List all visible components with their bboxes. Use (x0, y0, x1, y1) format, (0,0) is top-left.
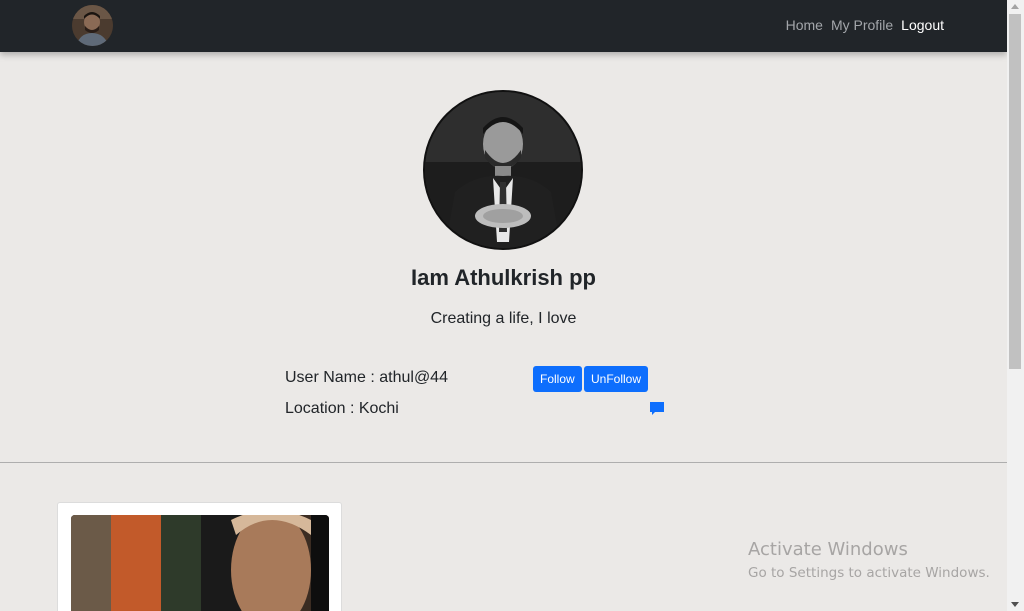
profile-bio: Creating a life, I love (430, 310, 577, 327)
scroll-down-icon[interactable] (1011, 602, 1019, 607)
scroll-up-icon[interactable] (1011, 4, 1019, 9)
user-avatar-icon (72, 5, 113, 46)
nav-my-profile-link[interactable]: My Profile (831, 17, 893, 33)
activate-title: Activate Windows (748, 539, 908, 560)
nav-links: Home My Profile Logout (778, 17, 944, 33)
vertical-scrollbar[interactable] (1007, 0, 1024, 611)
post-photo-image (71, 515, 329, 611)
follow-button[interactable]: Follow (533, 366, 582, 392)
username-text: User Name : athul@44 (285, 369, 448, 386)
nav-home-link[interactable]: Home (786, 17, 823, 33)
post-image[interactable] (71, 515, 329, 611)
windows-activation-watermark: Activate Windows Go to Settings to activ… (748, 539, 990, 581)
profile-photo (423, 90, 583, 250)
profile-name: Iam Athulkrish pp (411, 265, 596, 290)
nav-logout-link[interactable]: Logout (901, 17, 944, 33)
chat-bubble-icon[interactable] (649, 401, 665, 417)
location-text: Location : Kochi (285, 400, 399, 417)
top-navbar: Home My Profile Logout (0, 0, 1007, 52)
unfollow-button[interactable]: UnFollow (584, 366, 649, 392)
profile-portrait-image (425, 92, 581, 248)
post-card[interactable] (57, 502, 342, 611)
section-divider (0, 462, 1007, 463)
nav-avatar[interactable] (72, 5, 113, 46)
scroll-thumb[interactable] (1009, 14, 1021, 369)
activate-subtitle: Go to Settings to activate Windows. (748, 565, 990, 581)
